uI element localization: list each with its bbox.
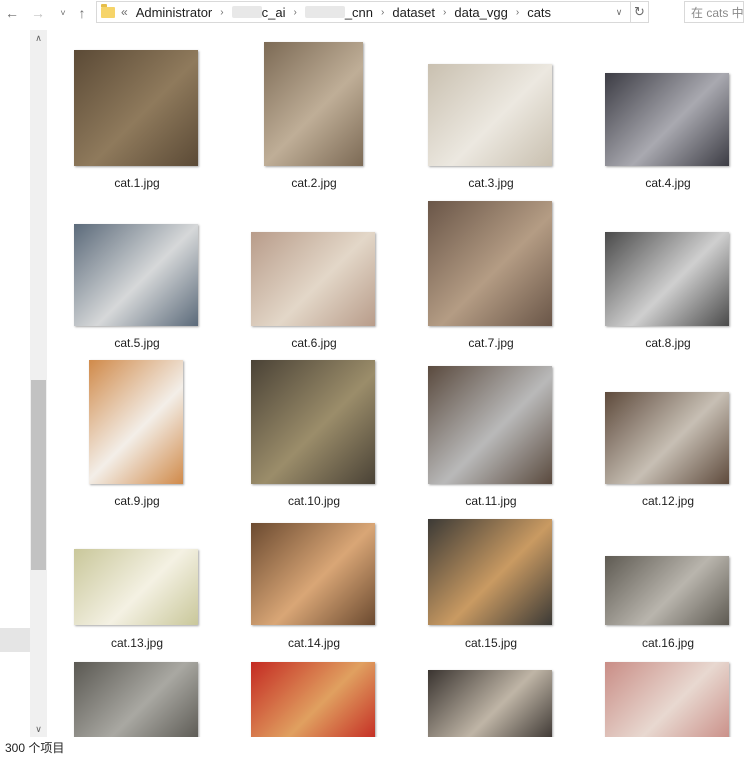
file-thumbnail[interactable]: [605, 556, 729, 625]
file-thumbnail[interactable]: [251, 523, 375, 625]
file-thumbnail[interactable]: [264, 42, 363, 166]
scrollbar-thumb[interactable]: [31, 380, 46, 570]
file-name-label[interactable]: cat.6.jpg: [229, 336, 399, 350]
folder-icon: [101, 3, 115, 18]
file-name-label[interactable]: cat.2.jpg: [229, 176, 399, 190]
vertical-scrollbar[interactable]: ∧ ∨: [30, 30, 47, 738]
file-thumbnail[interactable]: [74, 662, 198, 737]
file-name-label[interactable]: cat.15.jpg: [406, 636, 576, 650]
address-dropdown-icon[interactable]: ∨: [610, 2, 628, 22]
status-bar: 300 个项目: [0, 737, 744, 758]
file-thumbnail[interactable]: [89, 360, 183, 484]
breadcrumb-item[interactable]: c_ai: [262, 5, 286, 20]
chevron-right-icon[interactable]: ›: [381, 7, 384, 18]
chevron-right-icon[interactable]: ›: [443, 7, 446, 18]
file-name-label[interactable]: cat.4.jpg: [583, 176, 744, 190]
breadcrumb-item-current[interactable]: cats: [527, 5, 551, 20]
breadcrumb-item[interactable]: data_vgg: [454, 5, 508, 20]
file-thumbnail[interactable]: [74, 224, 198, 326]
scroll-up-icon[interactable]: ∧: [30, 30, 47, 47]
file-name-label[interactable]: cat.9.jpg: [52, 494, 222, 508]
back-icon[interactable]: ←: [2, 0, 22, 25]
breadcrumb: Administrator › c_ai › _cnn › dataset › …: [136, 5, 551, 20]
forward-icon[interactable]: →: [28, 0, 48, 25]
file-thumbnail[interactable]: [605, 662, 729, 737]
file-thumbnail[interactable]: [251, 232, 375, 326]
file-thumbnail[interactable]: [74, 549, 198, 625]
recent-locations-icon[interactable]: ˅: [56, 0, 70, 25]
file-thumbnail[interactable]: [428, 201, 552, 326]
toolbar: ← → ˅ ↑ « Administrator › c_ai › _cnn › …: [0, 0, 744, 25]
file-name-label[interactable]: cat.3.jpg: [406, 176, 576, 190]
redacted-text: [304, 6, 345, 18]
file-thumbnail[interactable]: [428, 366, 552, 484]
file-name-label[interactable]: cat.7.jpg: [406, 336, 576, 350]
file-name-label[interactable]: cat.14.jpg: [229, 636, 399, 650]
refresh-icon[interactable]: ↻: [630, 2, 648, 22]
file-name-label[interactable]: cat.5.jpg: [52, 336, 222, 350]
chevron-right-icon[interactable]: ›: [293, 7, 296, 18]
file-thumbnail[interactable]: [74, 50, 198, 166]
file-thumbnail[interactable]: [605, 73, 729, 166]
up-folder-icon[interactable]: ↑: [72, 0, 92, 25]
file-name-label[interactable]: cat.13.jpg: [52, 636, 222, 650]
file-thumbnail[interactable]: [251, 662, 375, 737]
file-thumbnail[interactable]: [428, 670, 552, 737]
file-thumbnail[interactable]: [251, 360, 375, 484]
file-thumbnail[interactable]: [428, 519, 552, 625]
file-thumbnail[interactable]: [428, 64, 552, 166]
breadcrumb-item[interactable]: _cnn: [345, 5, 373, 20]
file-thumbnail[interactable]: [605, 232, 729, 326]
file-name-label[interactable]: cat.11.jpg: [406, 494, 576, 508]
scroll-down-icon[interactable]: ∨: [30, 721, 47, 738]
file-thumbnail[interactable]: [605, 392, 729, 484]
address-bar[interactable]: « Administrator › c_ai › _cnn › dataset …: [96, 1, 649, 23]
file-name-label[interactable]: cat.16.jpg: [583, 636, 744, 650]
file-name-label[interactable]: cat.1.jpg: [52, 176, 222, 190]
file-grid: cat.1.jpg cat.2.jpg cat.3.jpg cat.4.jpg cat.…: [52, 30, 744, 737]
item-count: 300 个项目: [5, 741, 65, 755]
file-name-label[interactable]: cat.8.jpg: [583, 336, 744, 350]
file-name-label[interactable]: cat.12.jpg: [583, 494, 744, 508]
chevron-right-icon[interactable]: ›: [220, 7, 223, 18]
breadcrumb-item[interactable]: Administrator: [136, 5, 213, 20]
navigation-selected-item[interactable]: [0, 628, 30, 652]
overflow-crumbs-icon[interactable]: «: [121, 5, 128, 19]
file-name-label[interactable]: cat.10.jpg: [229, 494, 399, 508]
breadcrumb-item[interactable]: dataset: [392, 5, 435, 20]
redacted-text: [231, 6, 262, 18]
search-input[interactable]: 在 cats 中搜索: [684, 1, 744, 23]
chevron-right-icon[interactable]: ›: [516, 7, 519, 18]
